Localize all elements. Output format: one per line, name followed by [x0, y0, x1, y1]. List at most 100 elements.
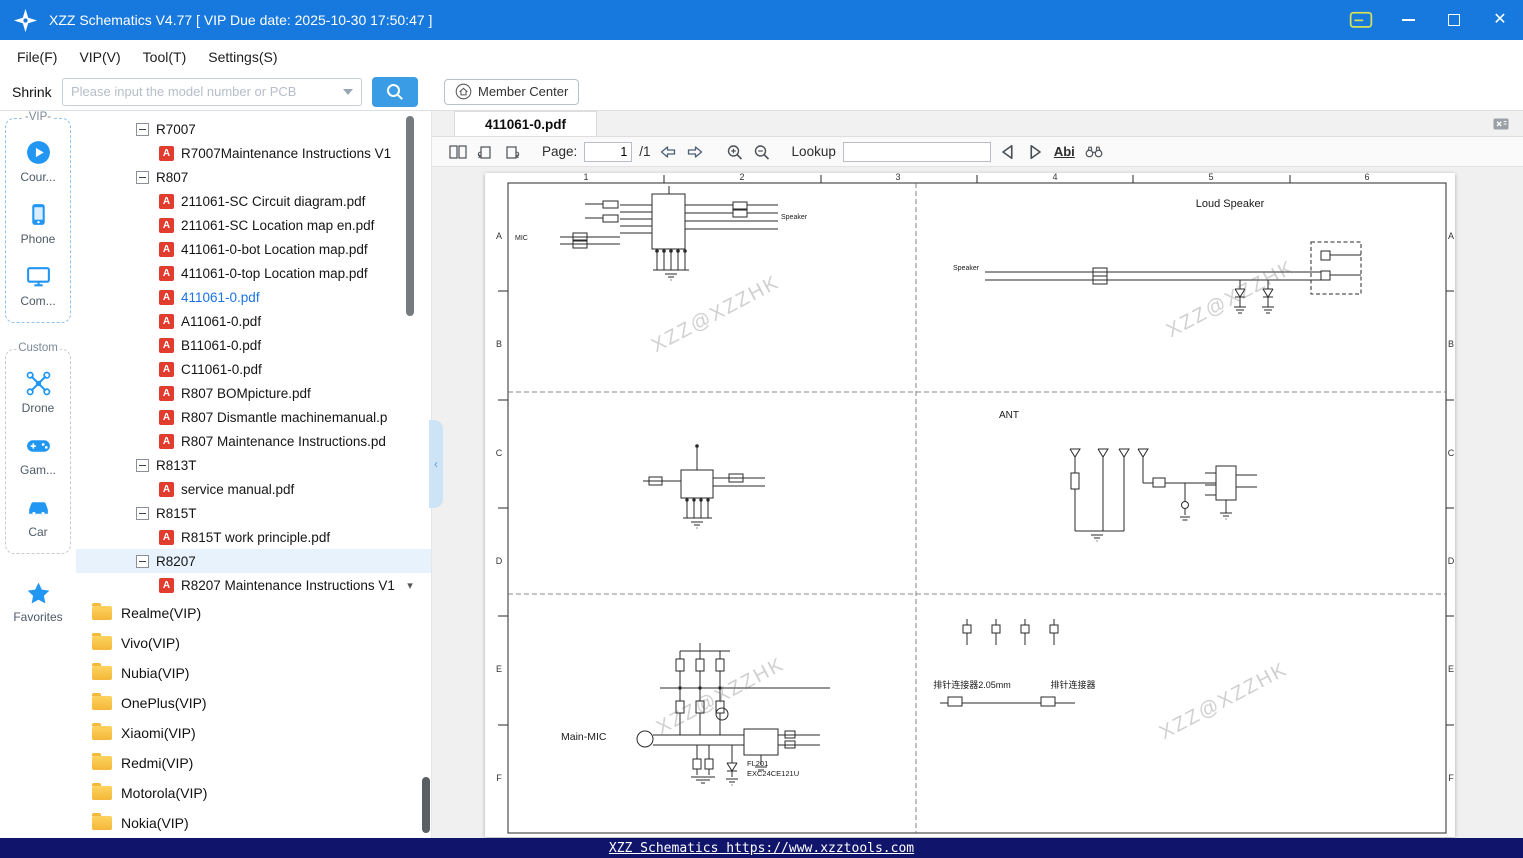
- tree-item-r813t[interactable]: R813T: [76, 453, 431, 477]
- sidebar-item-drone[interactable]: Drone: [6, 370, 70, 415]
- tree-item-pdf[interactable]: B11061-0.pdf: [76, 333, 431, 357]
- tree-item-pdf-selected[interactable]: 411061-0.pdf: [76, 285, 431, 309]
- tree-scrollbar-thumb[interactable]: [406, 116, 414, 316]
- schematic-page: 1 2 3 4 5 6 A B C D E F A B C D E F Loud…: [485, 172, 1455, 837]
- window-title: XZZ Schematics V4.77 [ VIP Due date: 202…: [49, 12, 433, 28]
- app-logo-icon: [12, 7, 39, 34]
- phone-icon: [31, 204, 45, 225]
- page-number-input[interactable]: [584, 141, 633, 162]
- rotate-left-icon[interactable]: [475, 143, 495, 161]
- menu-settings[interactable]: Settings(S): [197, 44, 288, 70]
- tree-folder-realme[interactable]: Realme(VIP): [76, 598, 431, 628]
- tree-item-pdf[interactable]: 411061-0-top Location map.pdf: [76, 261, 431, 285]
- pdf-icon: [159, 313, 174, 329]
- tree-item-r8207[interactable]: R8207: [76, 549, 431, 573]
- close-button[interactable]: ✕: [1489, 9, 1511, 31]
- tree-folder-xiaomi[interactable]: Xiaomi(VIP): [76, 718, 431, 748]
- close-all-tabs-icon[interactable]: [1491, 115, 1511, 133]
- shrink-button[interactable]: Shrink: [4, 78, 62, 106]
- chevron-down-icon[interactable]: [343, 88, 353, 95]
- panel-collapse-handle[interactable]: ‹: [429, 420, 443, 508]
- tree-item-pdf[interactable]: R807 Maintenance Instructions.pd: [76, 429, 431, 453]
- tree-item-r815t[interactable]: R815T: [76, 501, 431, 525]
- previous-match-icon[interactable]: [998, 143, 1018, 161]
- collapse-icon[interactable]: [136, 122, 149, 136]
- tab-411061-0-pdf[interactable]: 411061-0.pdf: [454, 111, 598, 136]
- pdf-icon: [159, 409, 174, 425]
- tree-item-pdf[interactable]: R8207 Maintenance Instructions V1: [76, 573, 431, 597]
- custom-group-label: Custom: [16, 342, 60, 354]
- collapse-icon[interactable]: [136, 458, 149, 472]
- tree-item-pdf[interactable]: R815T work principle.pdf: [76, 525, 431, 549]
- sidebar-item-computer[interactable]: Com...: [6, 263, 70, 308]
- tree-item-pdf[interactable]: R807 BOMpicture.pdf: [76, 381, 431, 405]
- sidebar-item-favorites[interactable]: Favorites: [5, 580, 71, 624]
- lookup-label: Lookup: [791, 144, 836, 159]
- two-page-view-icon[interactable]: [448, 143, 468, 161]
- next-match-icon[interactable]: [1025, 143, 1045, 161]
- status-link[interactable]: XZZ Schematics https://www.xzztools.com: [609, 841, 914, 856]
- sidebar-item-phone[interactable]: Phone: [6, 201, 70, 246]
- row-label: E: [1447, 664, 1454, 674]
- pdf-viewer: ‹ 411061-0.pdf Page: /1 Lookup A: [429, 111, 1523, 838]
- tree-item-pdf[interactable]: 211061-SC Location map en.pdf: [76, 213, 431, 237]
- tree-item-pdf[interactable]: R807 Dismantle machinemanual.p: [76, 405, 431, 429]
- collapse-icon[interactable]: [136, 554, 149, 568]
- zoom-in-icon[interactable]: [725, 143, 745, 161]
- collapse-icon[interactable]: [136, 506, 149, 520]
- vip-card-icon[interactable]: [1349, 10, 1373, 30]
- pdf-icon: [159, 193, 174, 209]
- pdf-icon: [159, 337, 174, 353]
- member-center-button[interactable]: Member Center: [444, 78, 580, 105]
- tree-folder-vivo[interactable]: Vivo(VIP): [76, 628, 431, 658]
- sidebar-item-game[interactable]: Gam...: [6, 432, 70, 477]
- tree-folder-motorola[interactable]: Motorola(VIP): [76, 778, 431, 808]
- tree-item-r7007[interactable]: R7007: [76, 117, 431, 141]
- tree-folder-nokia[interactable]: Nokia(VIP): [76, 808, 431, 838]
- star-icon: [27, 582, 49, 604]
- zoom-out-icon[interactable]: [752, 143, 772, 161]
- tree-item-pdf[interactable]: R7007Maintenance Instructions V1: [76, 141, 431, 165]
- lookup-input[interactable]: [842, 141, 991, 162]
- menu-vip[interactable]: VIP(V): [68, 44, 131, 70]
- folder-icon: [92, 693, 112, 710]
- tree-item-pdf[interactable]: 211061-SC Circuit diagram.pdf: [76, 189, 431, 213]
- mic-label: MIC: [515, 235, 528, 242]
- tree-item-pdf[interactable]: 411061-0-bot Location map.pdf: [76, 237, 431, 261]
- main-area: -VIP- Cour... Phone Com... Custom Drone: [0, 111, 1523, 838]
- home-icon: [455, 83, 472, 100]
- minimize-button[interactable]: [1397, 9, 1419, 31]
- scroll-down-icon[interactable]: ▾: [402, 579, 418, 592]
- row-label: C: [495, 448, 503, 458]
- loud-speaker-label: Loud Speaker: [1195, 198, 1265, 210]
- rotate-right-icon[interactable]: [502, 143, 522, 161]
- search-binoculars-icon[interactable]: [1084, 143, 1104, 161]
- match-text-icon[interactable]: Abi: [1052, 144, 1077, 159]
- tree-item-pdf[interactable]: service manual.pdf: [76, 477, 431, 501]
- sidebar-item-car[interactable]: Car: [6, 494, 70, 539]
- sidebar-item-courses[interactable]: Cour...: [6, 139, 70, 184]
- pdf-content-area[interactable]: 1 2 3 4 5 6 A B C D E F A B C D E F Loud…: [432, 167, 1523, 838]
- tree-item-r807[interactable]: R807: [76, 165, 431, 189]
- tree-item-pdf[interactable]: A11061-0.pdf: [76, 309, 431, 333]
- pdf-icon: [159, 241, 174, 257]
- play-circle-icon: [26, 141, 50, 164]
- menu-file[interactable]: File(F): [6, 44, 68, 70]
- column-label: 1: [583, 172, 589, 182]
- drone-icon: [26, 371, 50, 396]
- next-page-icon[interactable]: [685, 143, 705, 161]
- pdf-toolbar: Page: /1 Lookup Abi: [432, 137, 1523, 167]
- menu-tool[interactable]: Tool(T): [132, 44, 198, 70]
- tree-folder-nubia[interactable]: Nubia(VIP): [76, 658, 431, 688]
- tree-folder-oneplus[interactable]: OnePlus(VIP): [76, 688, 431, 718]
- previous-page-icon[interactable]: [658, 143, 678, 161]
- model-search-combobox[interactable]: [62, 77, 362, 106]
- search-button[interactable]: [372, 76, 418, 107]
- tree-folder-redmi[interactable]: Redmi(VIP): [76, 748, 431, 778]
- collapse-icon[interactable]: [136, 170, 149, 184]
- panel-scrollbar-thumb[interactable]: [422, 777, 430, 833]
- maximize-button[interactable]: [1443, 9, 1465, 31]
- model-search-input[interactable]: [71, 84, 337, 99]
- pdf-icon: [159, 577, 174, 593]
- tree-item-pdf[interactable]: C11061-0.pdf: [76, 357, 431, 381]
